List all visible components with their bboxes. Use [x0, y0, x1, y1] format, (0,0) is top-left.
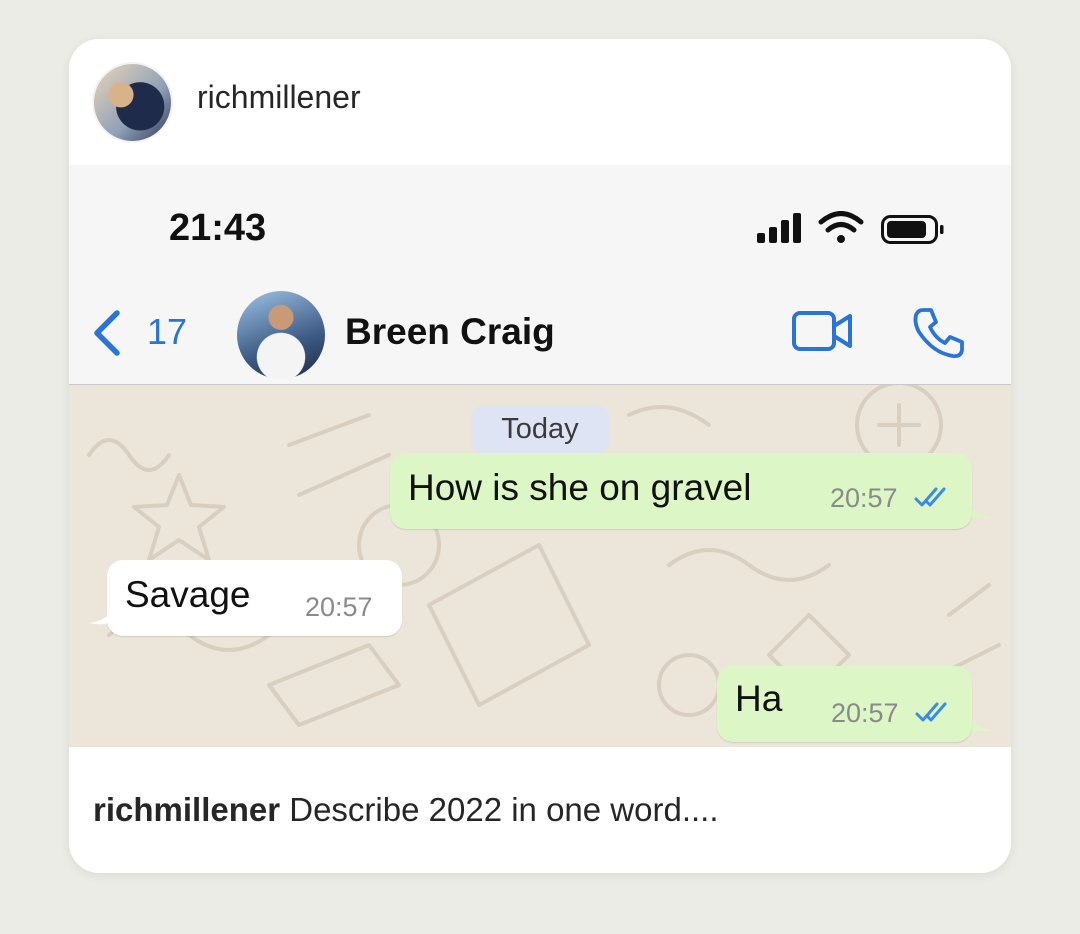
- caption-text: Describe 2022 in one word....: [289, 791, 719, 828]
- video-call-icon[interactable]: [791, 309, 855, 353]
- read-receipt-icon: [915, 702, 947, 722]
- message-bubble-outgoing[interactable]: Ha 20:57: [717, 666, 972, 742]
- message-time: 20:57: [830, 483, 898, 513]
- message-bubble-incoming[interactable]: Savage 20:57: [107, 560, 402, 636]
- post-header: richmillener: [69, 39, 1011, 165]
- chat-messages-area[interactable]: Today How is she on gravel 20:57 Savage …: [69, 385, 1011, 747]
- contact-avatar[interactable]: [237, 291, 325, 379]
- caption-username[interactable]: richmillener: [93, 791, 280, 828]
- chat-screenshot: 21:43 17 Breen Craig Today How is she on…: [69, 165, 1011, 747]
- contact-name[interactable]: Breen Craig: [345, 311, 555, 353]
- read-receipt-icon: [914, 487, 946, 507]
- unread-count[interactable]: 17: [147, 311, 187, 353]
- message-time: 20:57: [305, 592, 373, 622]
- message-time: 20:57: [831, 698, 899, 728]
- message-text: Savage: [125, 574, 251, 615]
- phone-call-icon[interactable]: [911, 305, 967, 361]
- message-text: Ha: [735, 678, 783, 719]
- signal-icon: [757, 213, 801, 243]
- poster-username[interactable]: richmillener: [197, 79, 361, 116]
- poster-avatar[interactable]: [92, 62, 173, 143]
- back-chevron-icon[interactable]: [89, 307, 125, 359]
- date-separator: Today: [471, 405, 609, 453]
- instagram-post-card: richmillener 21:43 17 Breen Craig Today …: [69, 39, 1011, 873]
- battery-icon: [881, 215, 944, 244]
- wifi-icon: [818, 211, 864, 243]
- status-bar-time: 21:43: [169, 207, 267, 249]
- message-bubble-outgoing[interactable]: How is she on gravel 20:57: [390, 453, 972, 529]
- post-caption: richmillener Describe 2022 in one word..…: [93, 791, 719, 829]
- message-text: How is she on gravel: [408, 467, 752, 508]
- status-bar-icons: [757, 211, 944, 244]
- chat-header: 17 Breen Craig: [69, 283, 1011, 385]
